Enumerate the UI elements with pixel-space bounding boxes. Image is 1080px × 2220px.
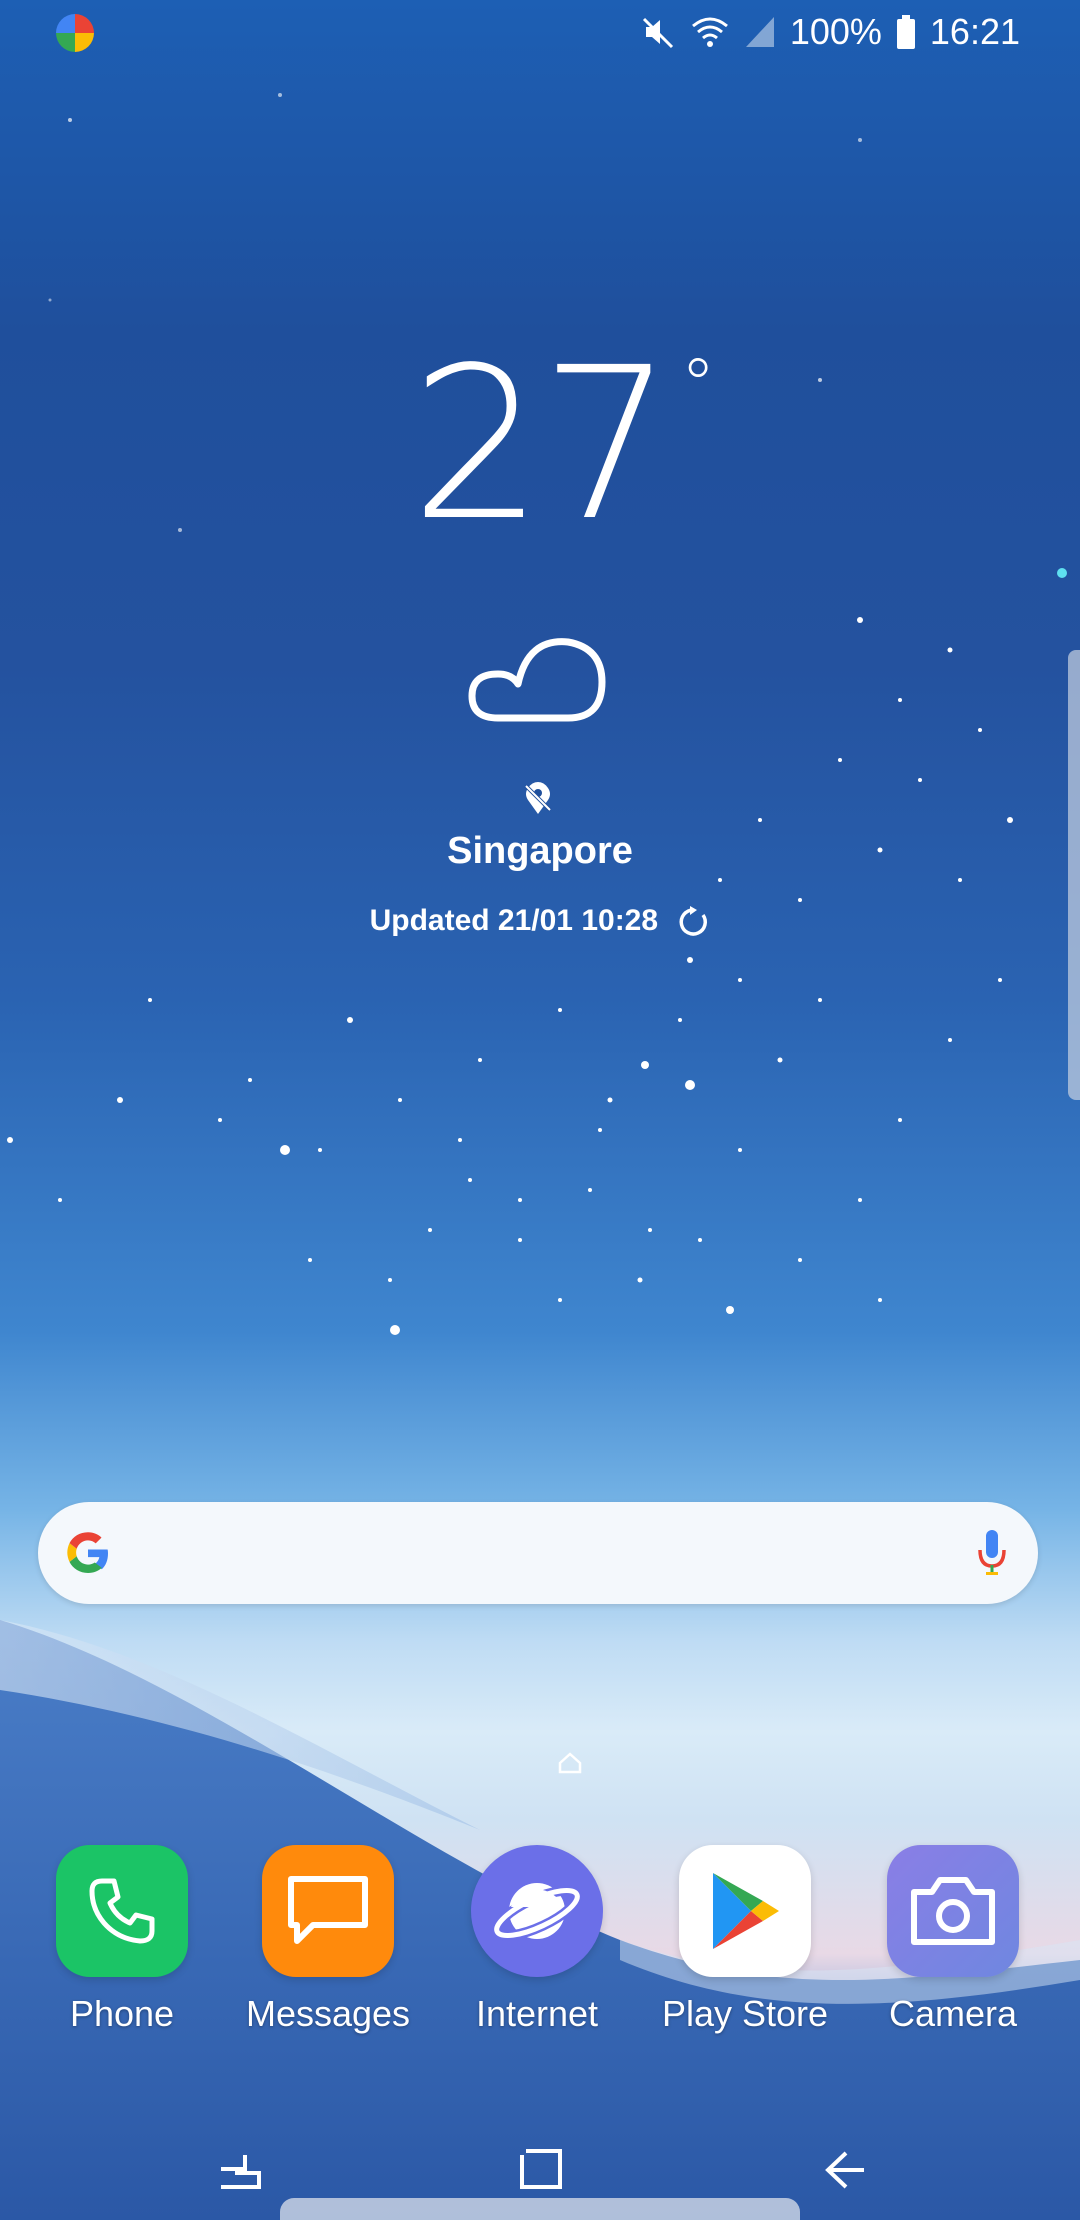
degree-symbol: ° — [680, 344, 716, 426]
cloud-icon — [468, 638, 606, 722]
back-button[interactable] — [815, 2140, 875, 2200]
dock-app-phone[interactable]: Phone — [32, 1845, 212, 2035]
back-arrow-icon — [825, 2151, 864, 2189]
battery-icon — [896, 15, 915, 49]
messages-icon — [262, 1845, 394, 1977]
dock-app-play-store[interactable]: Play Store — [655, 1845, 835, 2035]
mic-icon[interactable] — [976, 1528, 1008, 1578]
dock-label-messages: Messages — [245, 1993, 411, 2034]
temperature: 27 ° — [410, 340, 715, 550]
mute-icon — [642, 17, 673, 49]
home-square-icon — [520, 2149, 562, 2189]
bottom-pull-handle[interactable] — [280, 2198, 800, 2220]
wifi-icon — [691, 17, 728, 47]
dock-app-internet[interactable]: Internet — [447, 1845, 627, 2035]
weather-updated: Updated 21/01 10:28 — [0, 904, 1080, 939]
home-page-indicator-icon — [558, 1752, 582, 1774]
dock-label-phone: Phone — [69, 1993, 175, 2034]
play-store-icon — [679, 1845, 811, 1977]
phone-icon — [56, 1845, 188, 1977]
google-search-bar[interactable] — [38, 1502, 1038, 1604]
home-button[interactable] — [511, 2140, 571, 2200]
app-dock: Phone Messages Internet Play Store Camer… — [0, 1845, 1080, 2045]
status-icons: 100% 16:21 — [640, 6, 1020, 58]
weather-updated-text: Updated 21/01 10:28 — [369, 904, 659, 937]
internet-icon — [471, 1845, 603, 1977]
dock-label-camera: Camera — [888, 1993, 1018, 2034]
dock-app-camera[interactable]: Camera — [863, 1845, 1043, 2035]
status-bar: 100% 16:21 — [0, 0, 1080, 64]
app-notification-icon — [56, 14, 94, 52]
weather-city: Singapore — [447, 830, 633, 872]
clock: 16:21 — [929, 11, 1020, 52]
weather-widget[interactable]: 27 ° — [0, 340, 1080, 550]
google-g-icon — [67, 1532, 108, 1573]
edge-panel-handle[interactable] — [1068, 650, 1080, 1100]
refresh-icon[interactable] — [676, 905, 710, 939]
location-off-icon — [524, 782, 552, 814]
dock-app-messages[interactable]: Messages — [238, 1845, 418, 2035]
dock-label-play-store: Play Store — [661, 1993, 829, 2034]
signal-icon — [745, 17, 774, 47]
battery-percent: 100% — [789, 11, 882, 52]
recents-button[interactable] — [210, 2140, 270, 2200]
recents-icon — [221, 2155, 261, 2189]
camera-icon — [887, 1845, 1019, 1977]
temperature-value: 27 — [410, 322, 673, 567]
dock-label-internet: Internet — [475, 1993, 599, 2034]
